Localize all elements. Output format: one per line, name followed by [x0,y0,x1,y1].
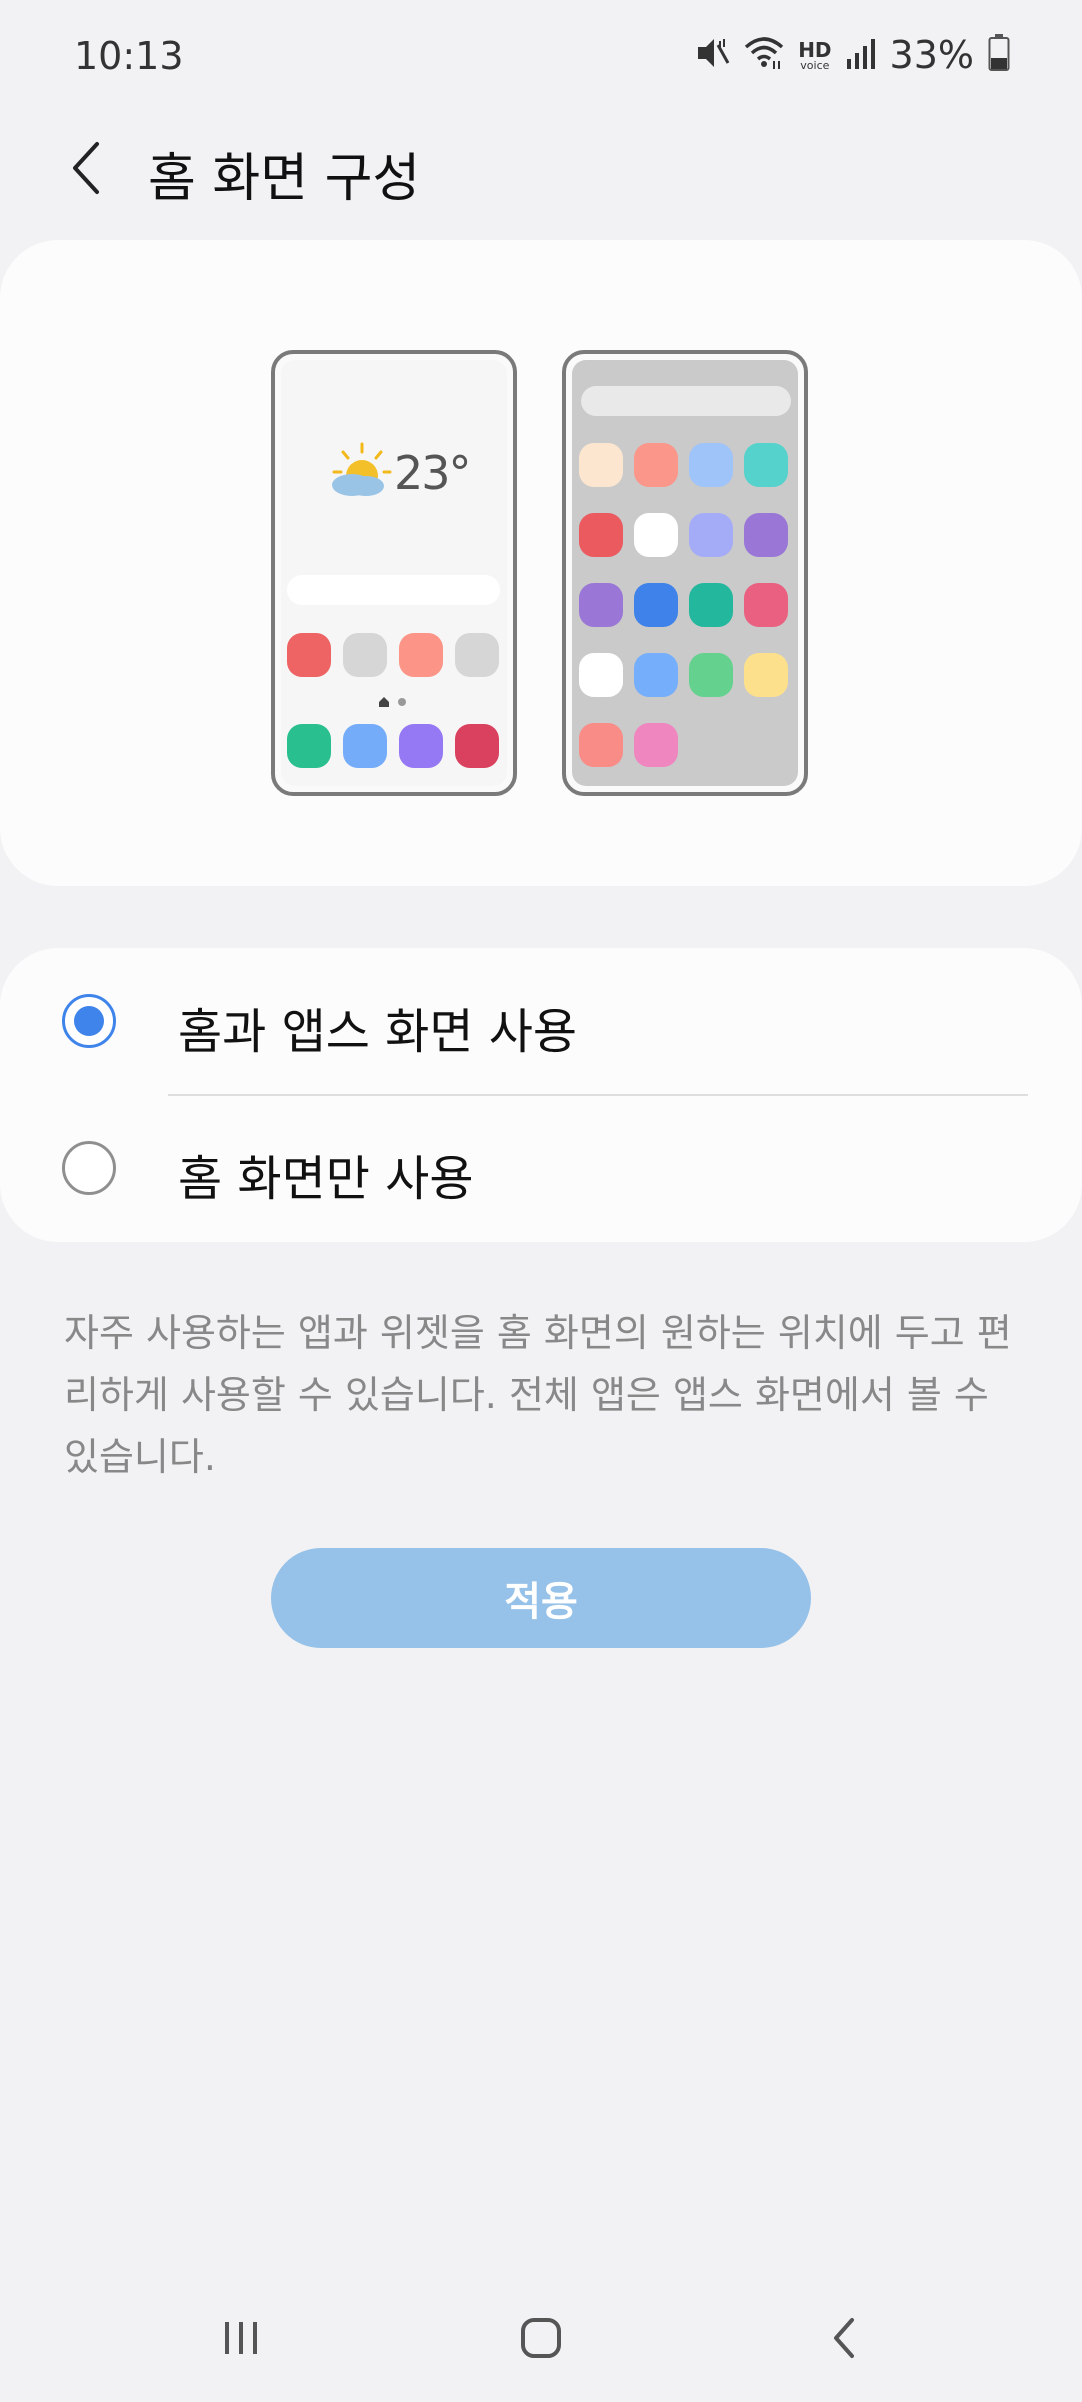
app-icon-placeholder [634,653,678,697]
chevron-left-icon [67,138,107,202]
app-icon-placeholder [579,513,623,557]
battery-icon [988,34,1010,76]
back-nav-button[interactable] [800,2300,890,2380]
app-icon-placeholder [343,724,387,768]
app-icon-placeholder [744,583,788,627]
description-text: 자주 사용하는 앱과 위젯을 홈 화면의 원하는 위치에 두고 편리하게 사용할… [64,1311,1012,1479]
wifi-icon [744,35,784,75]
header: 홈 화면 구성 [0,120,1082,220]
app-icon-placeholder [287,724,331,768]
app-icon-placeholder [689,583,733,627]
app-icon-placeholder [579,653,623,697]
app-icon-placeholder [455,633,499,677]
app-icon-placeholder [634,723,678,767]
app-icon-placeholder [579,723,623,767]
options-card: 홈과 앱스 화면 사용 홈 화면만 사용 [0,948,1082,1242]
page-title: 홈 화면 구성 [148,149,421,209]
back-button[interactable] [52,130,122,210]
app-icon-placeholder [287,633,331,677]
recent-apps-button[interactable] [196,2300,286,2380]
option-label: 홈 화면만 사용 [178,1151,474,1207]
app-icon-placeholder [689,653,733,697]
option-home-and-apps[interactable]: 홈과 앱스 화면 사용 [0,948,1082,1095]
app-icon-placeholder [689,513,733,557]
status-time: 10:13 [74,34,184,78]
app-icon-placeholder [744,443,788,487]
back-icon [825,2314,865,2366]
navigation-bar [0,2290,1082,2390]
status-bar: 10:13 HD voice 33% [0,0,1082,115]
apps-phone-mockup [562,350,808,796]
app-icon-placeholder [579,583,623,627]
apply-button[interactable]: 적용 [271,1548,811,1648]
app-icon-placeholder [399,724,443,768]
home-icon [517,2314,565,2366]
option-label: 홈과 앱스 화면 사용 [178,1004,578,1060]
app-icon-placeholder [399,633,443,677]
app-icon-placeholder [343,633,387,677]
app-icon-placeholder [634,513,678,557]
weather-temperature: 23° [394,446,472,500]
radio-button-checked[interactable] [62,994,116,1048]
recent-apps-icon [219,2316,263,2364]
app-icon-placeholder [744,513,788,557]
vibrate-mute-icon [694,35,730,75]
hd-voice-icon: HD voice [798,40,831,71]
status-icons: HD voice 33% [694,30,1010,80]
home-button[interactable] [496,2300,586,2380]
app-icon-placeholder [579,443,623,487]
home-screen-preview-illustration [271,350,808,796]
app-icon-placeholder [455,724,499,768]
signal-icon [846,37,876,73]
hd-label: HD [798,37,832,62]
radio-button[interactable] [62,1141,116,1195]
option-home-only[interactable]: 홈 화면만 사용 [0,1095,1082,1242]
app-icon-placeholder [744,653,788,697]
home-phone-mockup [271,350,517,796]
voice-label: voice [800,58,830,72]
app-icon-placeholder [634,443,678,487]
app-icon-placeholder [689,443,733,487]
preview-card: 23° [0,240,1082,886]
battery-percent: 33% [889,33,974,77]
app-icon-placeholder [634,583,678,627]
